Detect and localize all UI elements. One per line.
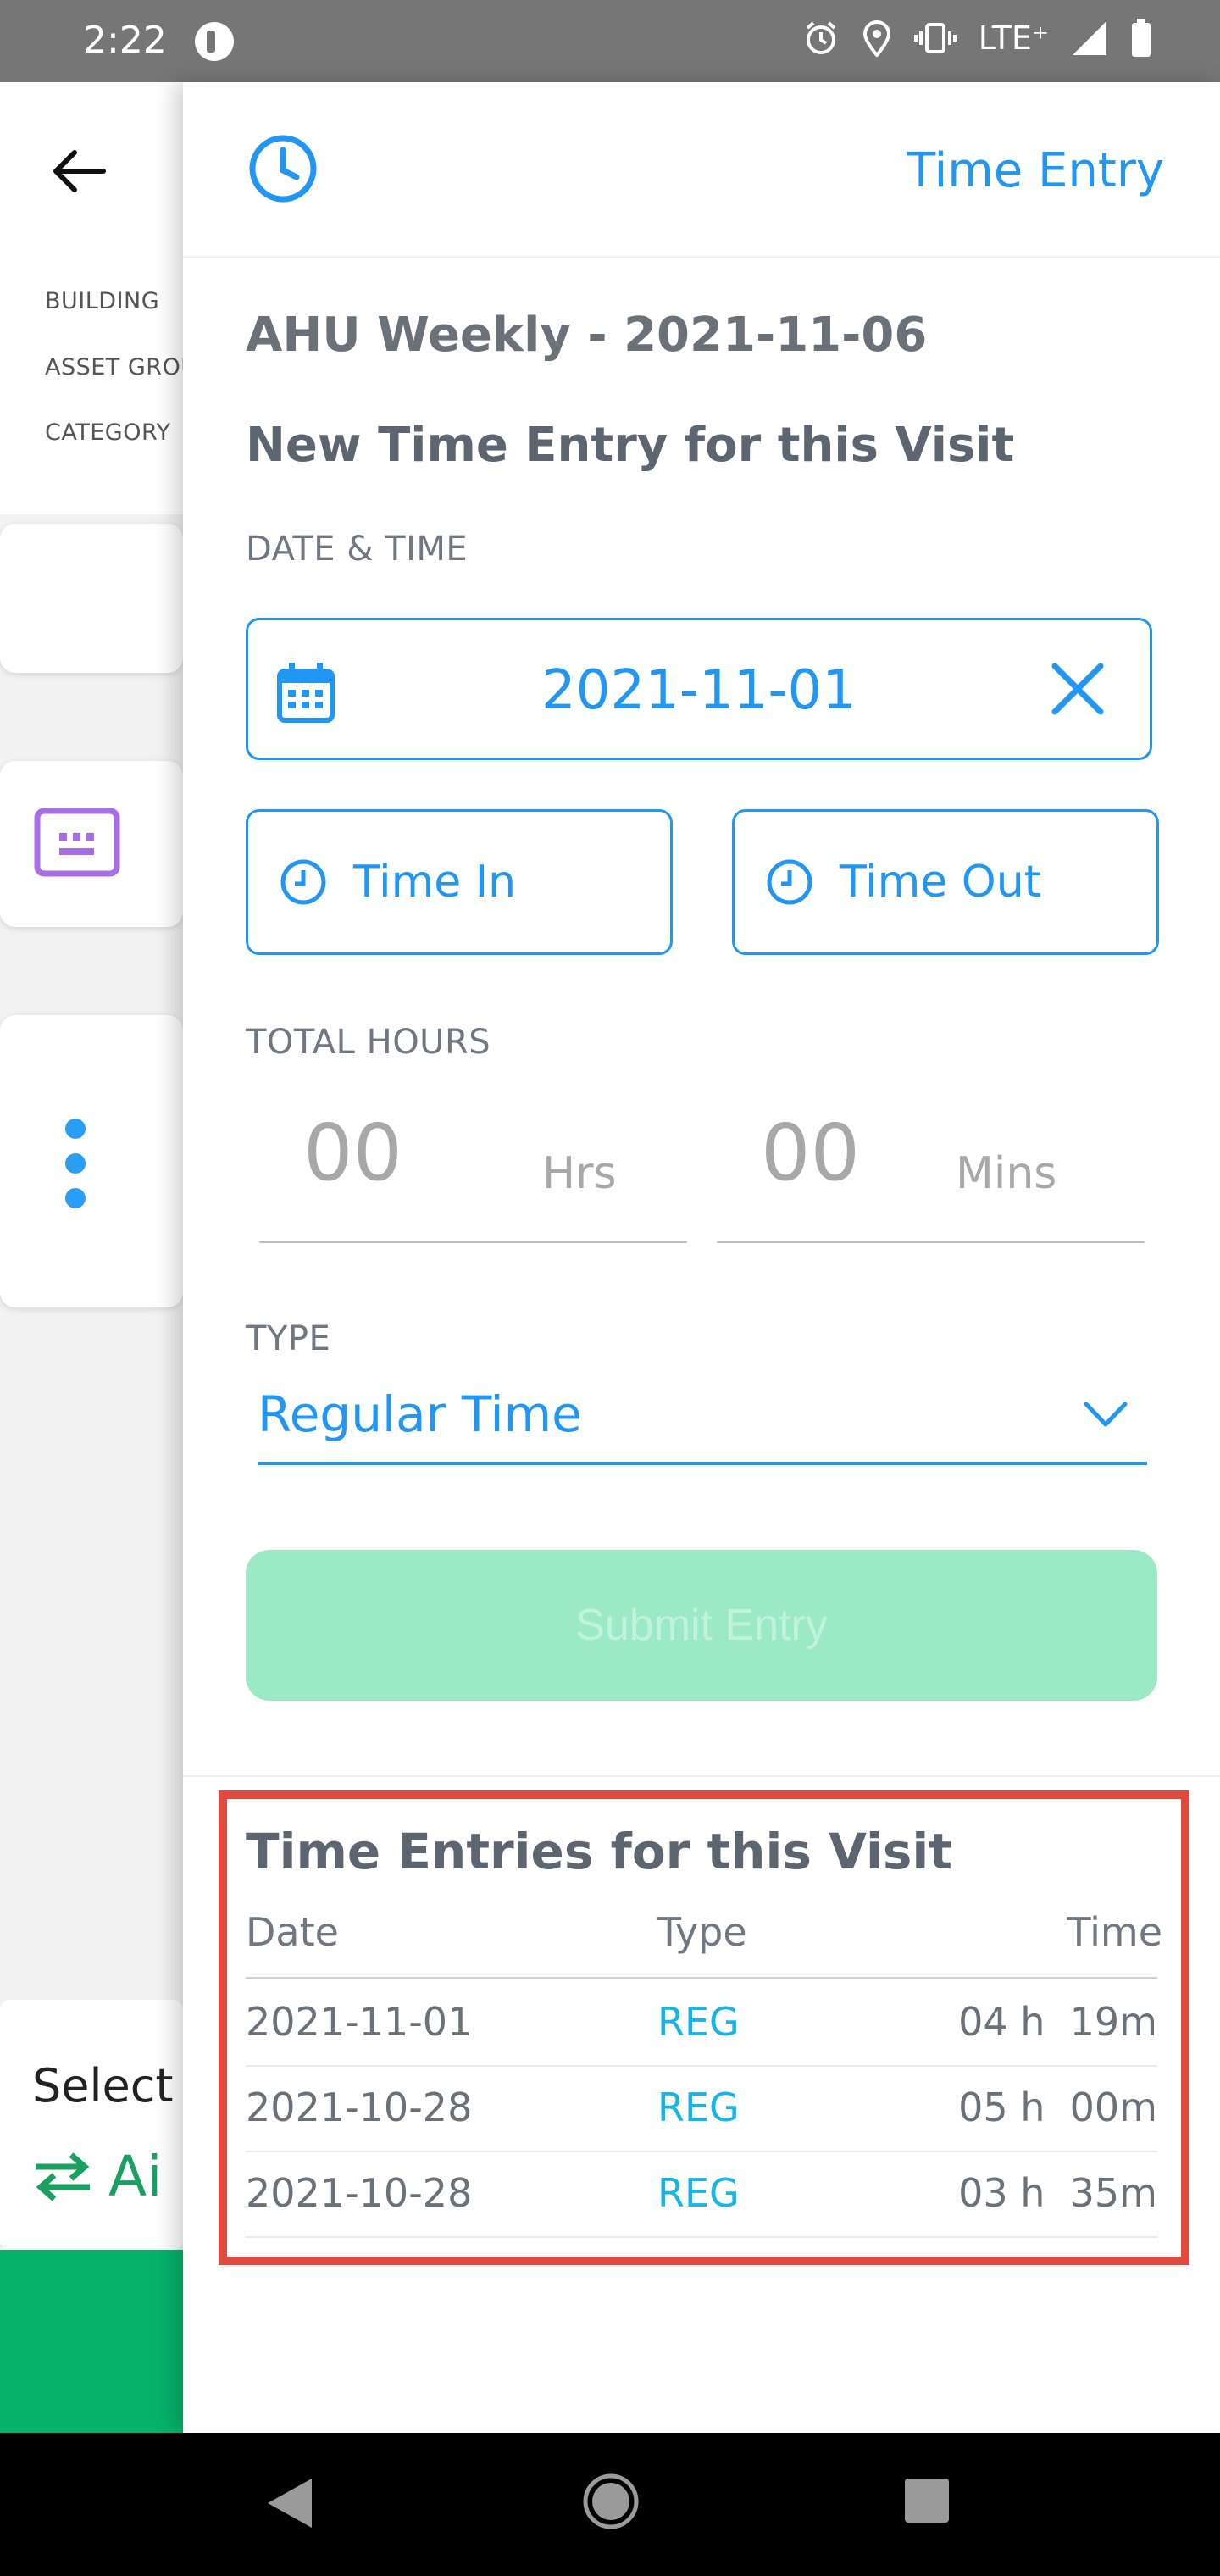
time-entries-section: Time Entries for this Visit Date Type Ti… (219, 1790, 1190, 2265)
clock-icon (280, 859, 326, 905)
status-bar: 2:22 LTE⁺ (0, 0, 1220, 82)
signal-icon (1073, 21, 1106, 55)
hours-value: 00 (303, 1108, 403, 1198)
drawer-title: Time Entry (907, 143, 1164, 198)
background-green-bar (0, 2250, 183, 2433)
hours-input[interactable]: 00 Hrs (259, 1108, 691, 1243)
total-hours-label: TOTAL HOURS (246, 1023, 491, 1062)
row-type: REG (657, 2170, 740, 2216)
battery-icon (1132, 19, 1151, 57)
close-icon[interactable] (1048, 659, 1107, 719)
section-title: New Time Entry for this Visit (246, 418, 1015, 473)
time-entry-drawer: Time Entry AHU Weekly - 2021-11-06 New T… (183, 82, 1220, 2433)
date-time-label: DATE & TIME (246, 530, 469, 569)
row-time: 04 h 19m (958, 1999, 1157, 2045)
vibrate-icon (913, 23, 957, 53)
row-time: 05 h 00m (958, 2085, 1157, 2130)
status-time: 2:22 (83, 19, 167, 62)
column-header-type: Type (657, 1909, 747, 1955)
time-out-label: Time Out (840, 857, 1042, 908)
app-notification-icon (195, 22, 234, 61)
table-header-line (246, 1977, 1157, 1979)
select-text: Select (32, 2059, 174, 2112)
table-row[interactable]: 2021-10-28 REG 03 h 35m (246, 2151, 1157, 2238)
alarm-icon (806, 21, 836, 54)
mins-underline (717, 1241, 1145, 1243)
row-date: 2021-11-01 (246, 1999, 473, 2045)
time-in-label: Time In (353, 857, 517, 908)
table-row[interactable]: 2021-11-01 REG 04 h 19m (246, 1980, 1157, 2067)
back-button[interactable] (49, 146, 108, 200)
column-header-date: Date (246, 1909, 339, 1955)
asset-group-label: ASSET GROU (45, 354, 198, 380)
background-card (0, 524, 183, 673)
location-icon (862, 20, 890, 57)
mins-unit: Mins (956, 1148, 1057, 1199)
row-time: 03 h 35m (958, 2170, 1157, 2216)
hours-unit: Hrs (542, 1148, 617, 1199)
clock-icon (767, 859, 812, 905)
network-type: LTE⁺ (978, 19, 1049, 57)
more-vert-icon (65, 1119, 86, 1208)
row-date: 2021-10-28 (246, 2085, 473, 2130)
submit-entry-button[interactable]: Submit Entry (246, 1550, 1157, 1701)
back-arrow-icon (53, 150, 106, 192)
nav-home-icon[interactable] (581, 2472, 640, 2531)
date-value: 2021-11-01 (541, 659, 857, 722)
swap-icon (36, 2151, 90, 2201)
type-label: TYPE (246, 1319, 331, 1358)
background-select-panel: Select Ai (0, 2000, 183, 2250)
nav-recents-icon[interactable] (903, 2477, 951, 2524)
visit-title: AHU Weekly - 2021-11-06 (246, 308, 928, 363)
select-value-text: Ai (108, 2144, 163, 2209)
date-field[interactable]: 2021-11-01 (246, 618, 1152, 760)
status-icons: LTE⁺ (802, 19, 1152, 58)
hours-underline (259, 1241, 687, 1243)
keyboard-icon (34, 808, 120, 877)
row-type: REG (657, 1999, 740, 2045)
mins-input[interactable]: 00 Mins (717, 1108, 1157, 1243)
mins-value: 00 (761, 1108, 861, 1198)
type-select[interactable]: Regular Time (258, 1377, 1147, 1465)
row-date: 2021-10-28 (246, 2170, 473, 2216)
navigation-bar (0, 2433, 1220, 2576)
row-type: REG (657, 2085, 740, 2130)
building-label: BUILDING (45, 288, 160, 314)
column-header-time: Time (1067, 1909, 1162, 1955)
type-value: Regular Time (258, 1385, 582, 1443)
more-options-card[interactable] (0, 1015, 183, 1307)
drawer-header: Time Entry (183, 82, 1220, 258)
time-out-button[interactable]: Time Out (732, 809, 1159, 955)
table-row[interactable]: 2021-10-28 REG 05 h 00m (246, 2066, 1157, 2152)
keyboard-card[interactable] (0, 761, 183, 927)
nav-back-icon[interactable] (264, 2475, 315, 2531)
clock-icon (249, 135, 317, 203)
chevron-down-icon (1084, 1402, 1128, 1427)
entries-title: Time Entries for this Visit (246, 1823, 952, 1880)
select-value[interactable]: Ai (32, 2144, 163, 2209)
section-divider (183, 1775, 1220, 1777)
category-label: CATEGORY (45, 419, 171, 446)
time-in-button[interactable]: Time In (246, 809, 673, 955)
